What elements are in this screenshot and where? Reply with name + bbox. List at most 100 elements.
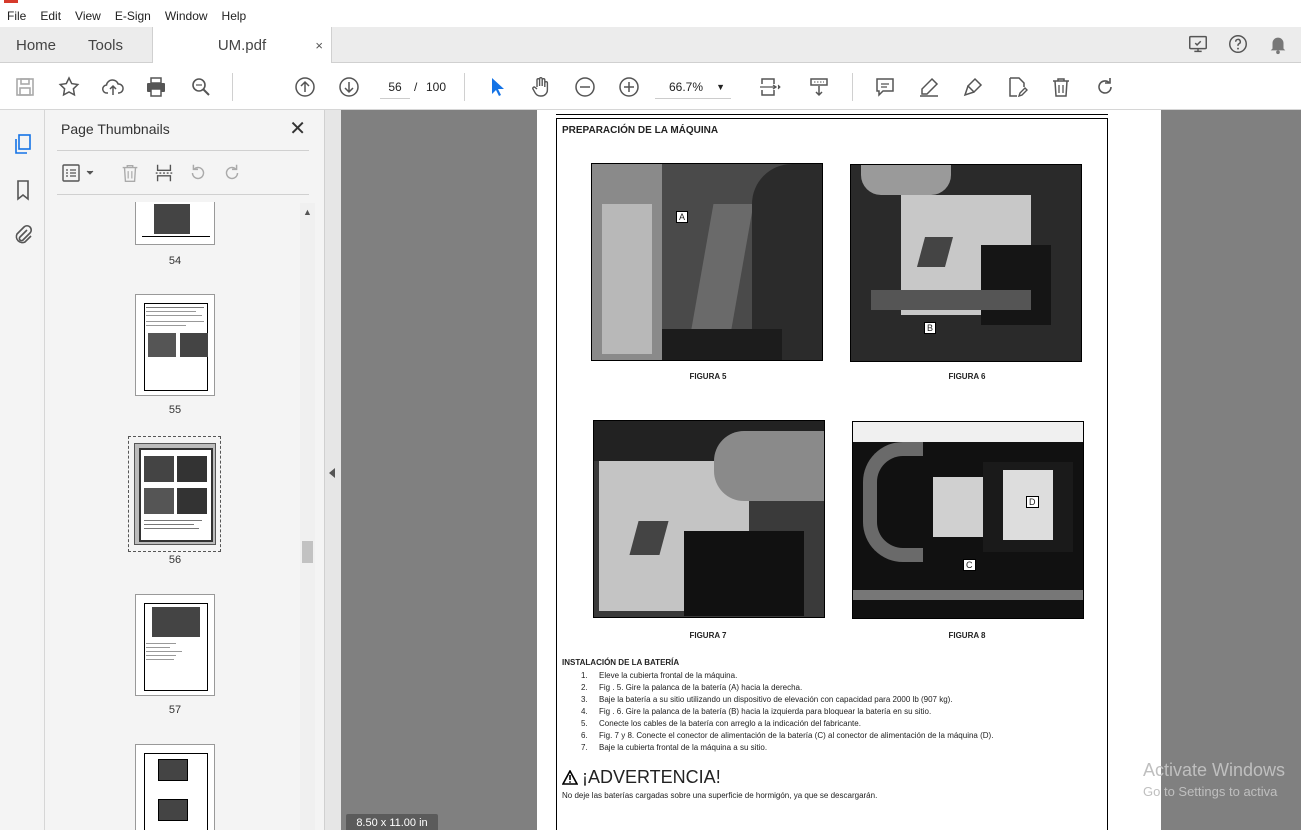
scroll-down-icon [810, 78, 828, 97]
figure-label-c: C [963, 559, 976, 571]
current-page-input[interactable]: 56 [380, 75, 410, 99]
chevron-up-icon[interactable]: ▲ [303, 207, 312, 217]
rotate-clockwise-icon[interactable] [221, 162, 243, 184]
tab-tools[interactable]: Tools [88, 27, 123, 63]
find-button[interactable] [188, 74, 214, 100]
tab-home[interactable]: Home [16, 27, 56, 63]
share-screen-icon[interactable] [1187, 33, 1209, 55]
star-icon [58, 76, 80, 97]
app-logo-icon [4, 0, 18, 3]
comment-icon [876, 78, 894, 97]
figure-6-photo [850, 164, 1082, 362]
save-icon [16, 78, 34, 96]
panel-title: Page Thumbnails [61, 121, 170, 137]
bookmark-icon[interactable] [11, 178, 35, 202]
rotate-counterclockwise-icon[interactable] [187, 162, 209, 184]
arrow-up-circle-icon [295, 77, 315, 97]
page-thumbnail[interactable] [135, 594, 215, 696]
warning-text: No deje las baterías cargadas sobre una … [562, 791, 878, 800]
help-icon[interactable] [1227, 33, 1249, 55]
thumbnail-options-menu-icon[interactable] [61, 162, 97, 184]
cloud-upload-icon [102, 79, 124, 95]
tab-document-label: UM.pdf [217, 37, 267, 54]
draw-button[interactable] [960, 74, 986, 100]
toolbar-divider [232, 73, 233, 101]
printer-icon [147, 77, 165, 97]
edit-text-button[interactable] [1004, 74, 1030, 100]
highlighter-pen-icon [920, 77, 939, 97]
zoom-in-button[interactable] [616, 74, 642, 100]
insert-page-icon[interactable] [153, 162, 175, 184]
thumbnail-page-number: 54 [168, 255, 182, 267]
instruction-step: 3. Baje la batería a su sitio utilizando … [581, 695, 953, 704]
magnifier-icon [192, 78, 210, 96]
menu-window[interactable]: Window [158, 9, 215, 23]
menu-help[interactable]: Help [215, 9, 254, 23]
hand-icon [532, 77, 549, 97]
notifications-bell-icon[interactable] [1267, 33, 1289, 55]
windows-activation-hint: Go to Settings to activa [1143, 784, 1278, 799]
instruction-step: 7. Baje la cubierta frontal de la máquina… [581, 743, 768, 752]
scrollbar-thumb[interactable] [302, 541, 313, 563]
pen-nib-icon [963, 77, 983, 97]
page-thumbnails-panel: Page Thumbnails ✕ 54 55 56 57 ▲ [45, 110, 325, 830]
figure-caption: FIGURA 8 [948, 631, 986, 640]
pdf-page: PREPARACIÓN DE LA MÁQUINA A FIGURA 5 B F… [537, 110, 1161, 830]
hand-tool-button[interactable] [528, 74, 554, 100]
page-thumbnail-selected[interactable] [134, 443, 216, 545]
zoom-out-button[interactable] [572, 74, 598, 100]
toolbar-divider [464, 73, 465, 101]
instruction-step: 1. Eleve la cubierta frontal de la máquin… [581, 671, 738, 680]
menu-file[interactable]: File [0, 9, 33, 23]
page-thumbnail[interactable] [135, 202, 215, 245]
attachment-paperclip-icon[interactable] [11, 223, 35, 247]
upload-cloud-button[interactable] [100, 74, 126, 100]
panel-splitter[interactable] [325, 110, 341, 830]
left-nav-rail [0, 110, 45, 830]
zoom-level-dropdown[interactable]: 66.7% ▼ [655, 75, 731, 99]
thumbnail-page-number: 56 [168, 554, 182, 566]
page-size-badge: 8.50 x 11.00 in [346, 814, 438, 830]
warning-title-text: ¡ADVERTENCIA! [582, 767, 721, 787]
comment-button[interactable] [872, 74, 898, 100]
figure-caption: FIGURA 5 [689, 372, 727, 381]
previous-page-button[interactable] [292, 74, 318, 100]
page-separator: / [414, 80, 418, 94]
page-thumbnail[interactable] [135, 744, 215, 830]
rotate-button[interactable] [1092, 74, 1118, 100]
section-heading: PREPARACIÓN DE LA MÁQUINA [562, 125, 719, 136]
tab-document[interactable]: UM.pdf × [152, 27, 332, 64]
menu-edit[interactable]: Edit [33, 9, 68, 23]
highlight-button[interactable] [916, 74, 942, 100]
main-toolbar: 56 / 100 66.7% ▼ [0, 63, 1301, 110]
warning-heading: ¡ADVERTENCIA! [562, 767, 721, 788]
panel-divider [57, 150, 309, 151]
zoom-level-value: 66.7% [669, 80, 704, 94]
figure-label-a: A [676, 211, 689, 223]
document-viewport[interactable]: PREPARACIÓN DE LA MÁQUINA A FIGURA 5 B F… [341, 110, 1301, 830]
menu-esign[interactable]: E-Sign [108, 9, 158, 23]
thumbnails-scrollbar[interactable]: ▲ [300, 203, 315, 830]
trash-icon [1053, 78, 1069, 97]
page-thumbnails-icon[interactable] [11, 132, 35, 156]
toolbar-divider [852, 73, 853, 101]
fit-page-button[interactable] [752, 74, 788, 100]
figure-label-b: B [924, 322, 937, 334]
scroll-mode-button[interactable] [806, 74, 832, 100]
page-thumbnail[interactable] [135, 294, 215, 396]
print-button[interactable] [143, 74, 169, 100]
close-panel-icon[interactable]: ✕ [289, 116, 306, 141]
instruction-step: 5. Conecte los cables de la batería con a… [581, 719, 861, 728]
next-page-button[interactable] [336, 74, 362, 100]
close-tab-icon[interactable]: × [315, 38, 323, 53]
menu-view[interactable]: View [68, 9, 108, 23]
delete-page-trash-icon[interactable] [119, 162, 141, 184]
select-tool-button[interactable] [484, 74, 510, 100]
tab-bar: Home Tools UM.pdf × [0, 27, 1301, 64]
delete-button[interactable] [1048, 74, 1074, 100]
collapse-arrow-icon[interactable] [329, 468, 335, 478]
bookmark-star-button[interactable] [56, 74, 82, 100]
chevron-down-icon: ▼ [716, 82, 725, 92]
figure-caption: FIGURA 7 [689, 631, 727, 640]
save-button[interactable] [12, 74, 38, 100]
